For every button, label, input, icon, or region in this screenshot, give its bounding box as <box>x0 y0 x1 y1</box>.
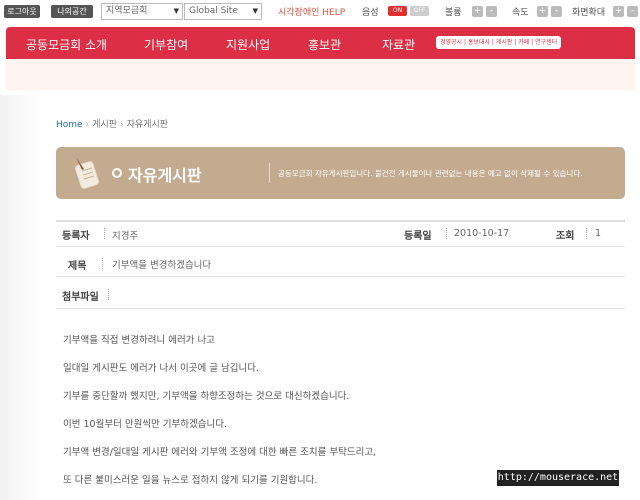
blind-help-link[interactable]: 시각장애인 HELP <box>278 5 345 18</box>
speed-label: 속도 <box>512 8 529 18</box>
speed-down-button[interactable]: - <box>551 6 562 17</box>
views-label: 조회 <box>556 231 575 242</box>
date-value: 2010-10-17 <box>454 228 510 239</box>
author-label: 등록자 <box>62 231 90 242</box>
breadcrumb-home[interactable]: Home <box>56 120 83 130</box>
breadcrumb-board[interactable]: 게시판 <box>92 120 117 130</box>
date-label: 등록일 <box>404 231 432 242</box>
left-shadow <box>0 95 40 500</box>
page-title: 자유게시판 <box>128 166 202 185</box>
breadcrumb-free-board: 자유게시판 <box>126 120 169 130</box>
region-select[interactable]: 지역모금회 ▼ <box>101 3 183 20</box>
region-select-label: 지역모금회 <box>106 6 148 16</box>
divider <box>104 228 105 239</box>
post-body-line: 이번 10월부터 만원씩만 기부하겠습니다. <box>63 419 228 430</box>
bullet-circle-icon <box>112 168 122 178</box>
divider <box>108 289 109 300</box>
voice-label: 음성 <box>362 8 379 18</box>
nav-item-pr[interactable]: 홍보관 <box>308 36 341 53</box>
board-banner: 자유게시판 공동모금회 자유게시판입니다. 불건전 게시물이나 관련없는 내용은… <box>56 147 625 199</box>
post-body-line: 기부를 중단할까 했지만, 기부액을 하향조정하는 것으로 대신하겠습니다. <box>63 391 350 402</box>
nav-item-about[interactable]: 공동모금회 소개 <box>26 36 107 53</box>
subject-label: 제목 <box>68 261 87 272</box>
scroll-quill-icon <box>75 157 99 189</box>
top-utility-bar: 로그아웃 나의공간 지역모금회 ▼ Global Site ▼ 시각장애인 HELP… <box>0 0 640 24</box>
volume-down-button[interactable]: - <box>486 6 497 17</box>
global-site-select[interactable]: Global Site ▼ <box>184 3 262 20</box>
post-body-line: 일대일 게시판도 에러가 나서 이곳에 글 남깁니다. <box>63 363 259 374</box>
views-value: 1 <box>595 228 602 239</box>
attachment-label: 첨부파일 <box>62 292 99 303</box>
post-attachment-row: 첨부파일 <box>56 284 625 309</box>
divider <box>446 228 447 239</box>
watermark: http://mouserace.net <box>497 470 619 486</box>
nav-item-support[interactable]: 지원사업 <box>226 36 270 53</box>
breadcrumb: Home › 게시판 › 자유게시판 <box>56 117 168 130</box>
sub-nav-bar <box>6 59 635 90</box>
chevron-right-icon: › <box>85 120 90 130</box>
divider <box>102 258 103 269</box>
voice-on-button[interactable]: ON <box>388 6 407 16</box>
post-meta-row: 등록자 지경주 등록일 2010-10-17 조회 1 <box>56 220 625 247</box>
chevron-right-icon: › <box>120 120 124 130</box>
logout-button[interactable]: 로그아웃 <box>4 5 40 18</box>
divider <box>586 228 587 239</box>
chevron-down-icon: ▼ <box>173 7 179 15</box>
my-space-button[interactable]: 나의공간 <box>51 5 93 18</box>
post-subject-row: 제목 기부액을 변경하겠습니다 <box>56 250 625 277</box>
nav-item-resources[interactable]: 자료관 <box>382 36 415 53</box>
zoom-in-button[interactable]: + <box>613 6 624 17</box>
speed-up-button[interactable]: + <box>537 6 548 17</box>
voice-off-button[interactable]: OFF <box>410 6 429 16</box>
volume-label: 볼륨 <box>445 8 462 18</box>
chevron-down-icon: ▼ <box>252 7 258 15</box>
volume-up-button[interactable]: + <box>472 6 483 17</box>
author-value: 지경주 <box>112 231 139 242</box>
main-nav: 공동모금회 소개 기부참여 지원사업 홍보관 자료관 경영공시 | 홍보대사 |… <box>6 27 635 59</box>
zoom-label: 화면확대 <box>572 8 606 18</box>
subject-value: 기부액을 변경하겠습니다 <box>112 260 212 271</box>
quick-links[interactable]: 경영공시 | 홍보대사 | 게시판 | 카페 | 연구센터 <box>436 36 562 49</box>
divider <box>269 163 270 183</box>
post-body-line: 기부액 변경/일대일 게시판 에러와 기부액 조정에 대한 빠른 조치를 부탁드… <box>63 447 377 458</box>
board-description: 공동모금회 자유게시판입니다. 불건전 게시물이나 관련없는 내용은 예고 없이… <box>278 169 583 178</box>
nav-item-donate[interactable]: 기부참여 <box>144 36 188 53</box>
zoom-out-button[interactable]: - <box>627 6 638 17</box>
global-select-label: Global Site <box>189 6 238 16</box>
post-body-line: 기부액을 직접 변경하려니 에러가 나고 <box>63 335 215 346</box>
